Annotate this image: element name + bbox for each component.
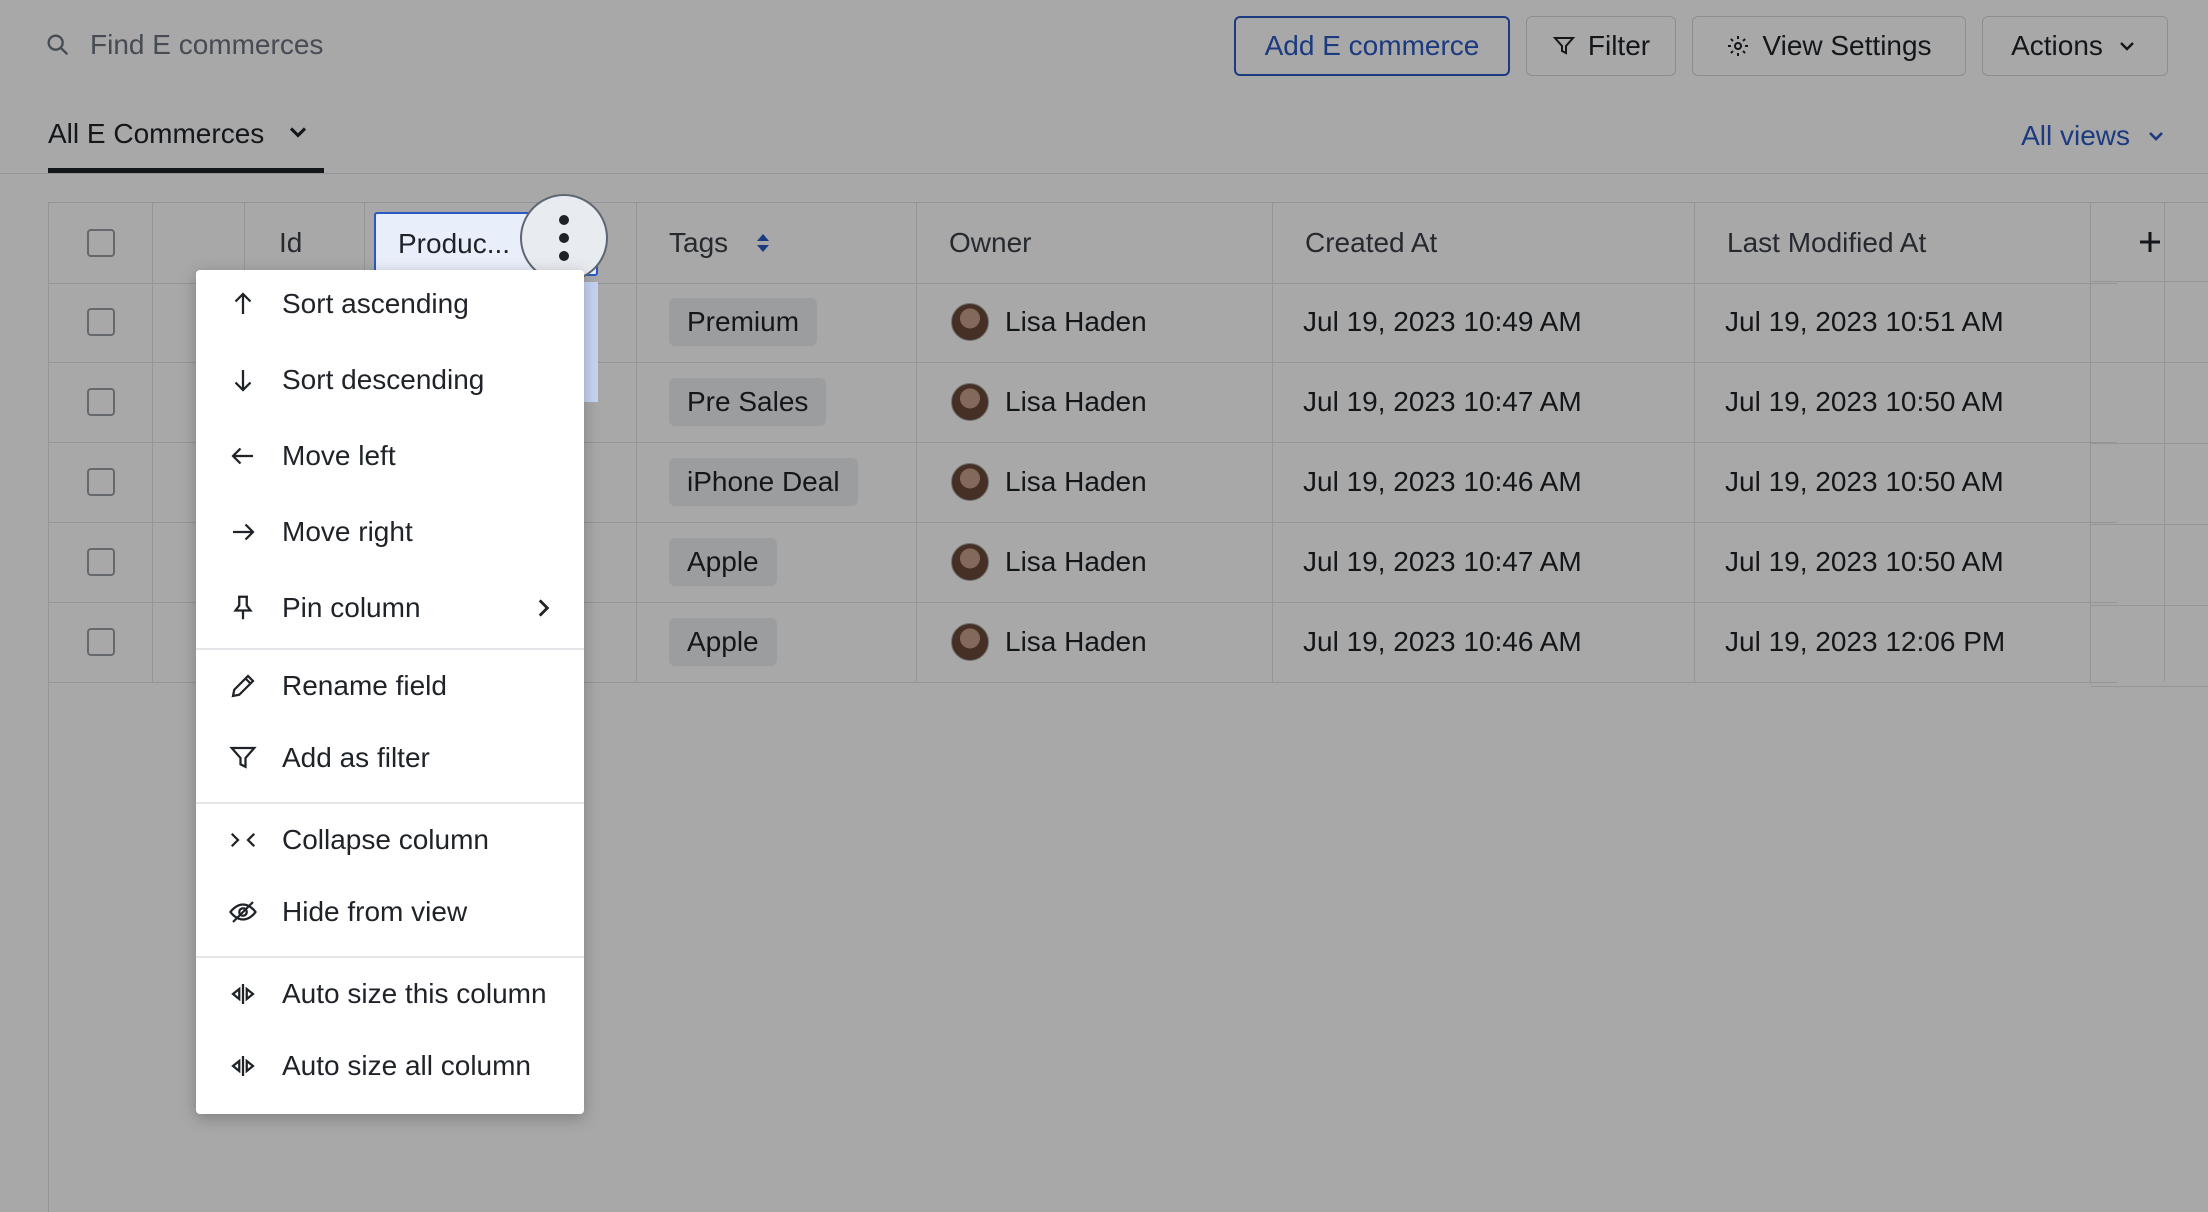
menu-label: Hide from view (282, 896, 468, 927)
chevron-right-icon (538, 599, 550, 617)
menu-rename-field[interactable]: Rename field (196, 654, 584, 718)
column-menu-button[interactable] (520, 194, 608, 282)
eye-off-icon (229, 901, 257, 923)
menu-collapse-column[interactable]: Collapse column (196, 808, 584, 872)
menu-label: Pin column (282, 592, 421, 623)
column-context-menu: Sort ascending Sort descending Move left… (196, 270, 584, 1114)
menu-pin-column[interactable]: Pin column (196, 576, 584, 640)
menu-label: Move left (282, 440, 396, 471)
menu-label: Collapse column (282, 824, 489, 855)
menu-sort-ascending[interactable]: Sort ascending (196, 272, 584, 336)
page: Add E commerce Filter View Settings Acti… (0, 0, 2208, 1212)
menu-auto-size-this-column[interactable]: Auto size this column (196, 962, 584, 1026)
menu-move-left[interactable]: Move left (196, 424, 584, 488)
menu-divider (196, 802, 584, 804)
menu-label: Sort ascending (282, 288, 469, 319)
arrow-right-icon (233, 523, 255, 541)
menu-divider (196, 648, 584, 650)
menu-move-right[interactable]: Move right (196, 500, 584, 564)
collapse-icon (230, 832, 256, 848)
resize-column-icon (231, 984, 255, 1004)
menu-auto-size-all-column[interactable]: Auto size all column (196, 1034, 584, 1098)
menu-sort-descending[interactable]: Sort descending (196, 348, 584, 412)
menu-label: Move right (282, 516, 413, 547)
pencil-icon (231, 674, 255, 698)
menu-label: Add as filter (282, 742, 430, 773)
kebab-icon-dot (559, 215, 569, 225)
header-product-label: Produc... (398, 228, 511, 259)
menu-label: Rename field (282, 670, 447, 701)
menu-label: Auto size all column (282, 1050, 532, 1081)
menu-divider (196, 956, 584, 958)
menu-label: Auto size this column (282, 978, 547, 1009)
arrow-down-icon (234, 370, 252, 392)
menu-add-as-filter[interactable]: Add as filter (196, 726, 584, 790)
arrow-up-icon (234, 292, 252, 314)
menu-hide-from-view[interactable]: Hide from view (196, 880, 584, 944)
menu-label: Sort descending (282, 364, 485, 395)
kebab-icon-dot (559, 251, 569, 261)
arrow-left-icon (231, 447, 253, 465)
pin-icon (233, 595, 253, 620)
kebab-icon-dot (559, 233, 569, 243)
resize-column-icon (231, 1056, 255, 1076)
filter-icon (229, 746, 257, 769)
